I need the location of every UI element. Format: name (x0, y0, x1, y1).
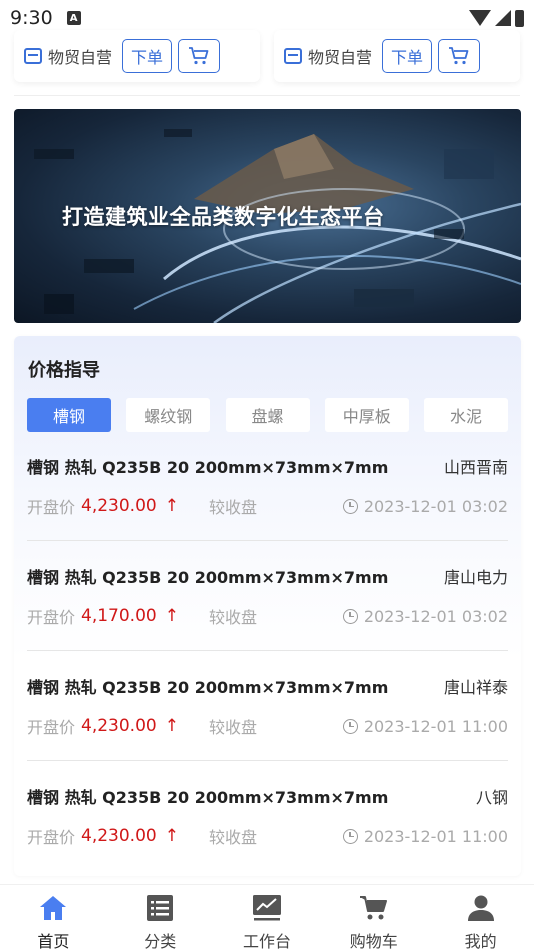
clock-icon (342, 718, 358, 734)
price-row[interactable]: 槽钢 热轧 Q235B 20 200mm×73mm×7mm 山西晋南 开盘价 4… (27, 454, 508, 564)
compare-label: 较收盘 (208, 718, 257, 737)
compare-label: 较收盘 (208, 828, 257, 847)
timestamp: 2023-12-01 03:02 (363, 606, 508, 626)
price-guide-panel: 价格指导 槽钢 螺纹钢 盘螺 中厚板 水泥 槽钢 热轧 Q235B 20 200… (14, 336, 521, 876)
origin-label: 八钢 (475, 788, 508, 807)
product-card[interactable]: 物贸自营 下单 (274, 30, 520, 82)
open-price-label: 开盘价 (27, 828, 76, 847)
banner-title: 打造建筑业全品类数字化生态平台 (62, 205, 385, 229)
product-name: 槽钢 热轧 Q235B 20 200mm×73mm×7mm (27, 458, 389, 477)
tab-rebar[interactable]: 螺纹钢 (126, 398, 211, 432)
tab-channel-steel[interactable]: 槽钢 (27, 398, 111, 432)
product-cards-row: 物贸自营 下单 物贸自营 下单 (14, 30, 520, 95)
product-name: 槽钢 热轧 Q235B 20 200mm×73mm×7mm (27, 568, 389, 587)
cart-icon (449, 47, 469, 65)
timestamp: 2023-12-01 03:02 (363, 496, 508, 516)
product-name: 槽钢 热轧 Q235B 20 200mm×73mm×7mm (27, 678, 389, 697)
nav-cart[interactable]: 购物车 (320, 885, 427, 951)
status-time: 9:30 (10, 7, 53, 29)
product-card[interactable]: 物贸自营 下单 (14, 30, 260, 82)
divider (14, 95, 520, 96)
battery-icon (515, 9, 524, 27)
order-button[interactable]: 下单 (382, 39, 433, 73)
notification-icon: A (66, 11, 81, 25)
clock-icon (342, 828, 358, 844)
compare-label: 较收盘 (208, 608, 257, 627)
trend-up-icon: ↑ (164, 826, 179, 846)
row-divider (27, 650, 508, 651)
nav-label: 工作台 (242, 932, 291, 951)
clock-icon (342, 608, 358, 624)
nav-home[interactable]: 首页 (0, 885, 107, 951)
nav-workbench[interactable]: 工作台 (214, 885, 321, 951)
cart-icon (189, 47, 209, 65)
shop-label: 物贸自营 (48, 48, 113, 67)
signal-icon (495, 10, 511, 26)
cart-icon (359, 894, 389, 922)
shop-label: 物贸自营 (308, 48, 373, 67)
tab-cement[interactable]: 水泥 (424, 398, 508, 432)
trend-up-icon: ↑ (164, 716, 179, 736)
category-tabs: 槽钢 螺纹钢 盘螺 中厚板 水泥 (27, 398, 508, 432)
order-button[interactable]: 下单 (122, 39, 173, 73)
nav-label: 购物车 (349, 932, 398, 951)
nav-label: 我的 (464, 932, 497, 951)
timestamp: 2023-12-01 11:00 (363, 826, 508, 846)
open-price-label: 开盘价 (27, 498, 76, 517)
price-row[interactable]: 槽钢 热轧 Q235B 20 200mm×73mm×7mm 唐山祥泰 开盘价 4… (27, 674, 508, 784)
price-guide-title: 价格指导 (28, 360, 100, 381)
add-to-cart-button[interactable] (438, 39, 481, 73)
origin-label: 唐山电力 (443, 568, 508, 587)
chart-icon (252, 894, 282, 922)
wifi-icon (469, 10, 491, 26)
nav-profile[interactable]: 我的 (427, 885, 534, 951)
open-price-label: 开盘价 (27, 608, 76, 627)
row-divider (27, 760, 508, 761)
bottom-nav: 首页 分类 工作台 购物车 我的 (0, 884, 534, 951)
open-price-label: 开盘价 (27, 718, 76, 737)
user-icon (466, 894, 496, 922)
shop-icon (24, 48, 42, 64)
tab-coil-rebar[interactable]: 盘螺 (225, 398, 310, 432)
shop-icon (284, 48, 302, 64)
open-price-value: 4,230.00 (81, 716, 157, 736)
product-name: 槽钢 热轧 Q235B 20 200mm×73mm×7mm (27, 788, 389, 807)
open-price-value: 4,230.00 (81, 826, 157, 846)
promo-banner[interactable]: 打造建筑业全品类数字化生态平台 (14, 109, 521, 323)
nav-category[interactable]: 分类 (107, 885, 214, 951)
price-row[interactable]: 槽钢 热轧 Q235B 20 200mm×73mm×7mm 唐山电力 开盘价 4… (27, 564, 508, 674)
list-icon (145, 894, 175, 922)
home-icon (38, 894, 68, 922)
timestamp: 2023-12-01 11:00 (363, 716, 508, 736)
open-price-value: 4,170.00 (81, 606, 157, 626)
status-indicators (469, 9, 524, 27)
price-row[interactable]: 槽钢 热轧 Q235B 20 200mm×73mm×7mm 八钢 开盘价 4,2… (27, 784, 508, 894)
open-price-value: 4,230.00 (81, 496, 157, 516)
row-divider (27, 540, 508, 541)
trend-up-icon: ↑ (164, 606, 179, 626)
trend-up-icon: ↑ (164, 496, 179, 516)
nav-label: 分类 (144, 932, 177, 951)
compare-label: 较收盘 (208, 498, 257, 517)
origin-label: 山西晋南 (443, 458, 508, 477)
origin-label: 唐山祥泰 (443, 678, 508, 697)
tab-plate[interactable]: 中厚板 (324, 398, 409, 432)
nav-label: 首页 (37, 932, 70, 951)
add-to-cart-button[interactable] (178, 39, 221, 73)
clock-icon (342, 498, 358, 514)
